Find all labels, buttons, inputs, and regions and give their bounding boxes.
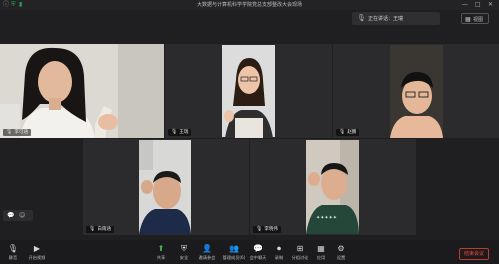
breakout-label: 分组讨论	[291, 255, 309, 260]
record-button[interactable]: ⏺ 录制	[268, 244, 290, 261]
apps-label: 应用	[316, 255, 326, 260]
participant-name: 王瑞	[179, 130, 189, 135]
mic-icon: 🎙	[7, 244, 19, 253]
settings-button[interactable]: ⚙ 设置	[330, 244, 352, 261]
security-button[interactable]: ⛨ 安全	[173, 244, 195, 261]
participant-video: ✦✦✦✦✦	[250, 139, 416, 235]
view-label: 视图	[473, 17, 484, 23]
chat-icon: 💬	[253, 244, 263, 253]
members-icon: 👥	[229, 244, 239, 253]
participant-name-tag: 🎙 王瑞	[168, 129, 192, 136]
mute-label: 静音	[8, 255, 18, 260]
manage-members-button[interactable]: 👥 管理成员(6)	[221, 244, 247, 261]
settings-label: 设置	[336, 255, 346, 260]
mic-icon: 🎙	[339, 129, 346, 135]
maximize-icon[interactable]: □	[475, 0, 481, 9]
chat-label: 会中聊天	[249, 255, 267, 260]
participant-name-tag: 🎙 李晓伟	[253, 226, 281, 233]
window-title: 大数据与计算机科学学院党总支部整改大会现场	[196, 2, 302, 8]
participant-name-tag: 🎙 李可涵	[3, 129, 31, 136]
participant-video	[83, 139, 249, 235]
video-tile[interactable]: 🎙 白雨涵	[83, 139, 249, 235]
participant-name: 白雨涵	[97, 227, 111, 232]
shield-icon: ⛨	[181, 244, 187, 253]
invite-icon: 👤	[202, 244, 212, 253]
mic-icon: 🎙	[357, 14, 366, 22]
participant-name: 赵鹏	[347, 130, 357, 135]
chat-icon: 💬	[7, 212, 15, 219]
participant-video	[165, 44, 332, 138]
apps-button[interactable]: ▦ 应用	[310, 244, 332, 261]
speaking-label: 正在讲话：王瑞	[368, 16, 404, 22]
svg-text:✦✦✦✦✦: ✦✦✦✦✦	[316, 215, 337, 221]
video-tile[interactable]: 🎙 赵鹏	[333, 44, 499, 138]
start-video-button[interactable]: ▶ 开启视频	[26, 244, 48, 261]
breakout-icon: ⊞	[296, 244, 304, 253]
breakout-button[interactable]: ⊞ 分组讨论	[288, 244, 312, 261]
start-video-label: 开启视频	[28, 255, 46, 260]
participant-name: 李晓伟	[264, 227, 278, 232]
participant-video	[0, 44, 164, 138]
settings-icon: ⚙	[337, 244, 345, 253]
participant-name-tag: 🎙 赵鹏	[336, 129, 360, 136]
view-switch-button[interactable]: ▦ 视图	[461, 13, 489, 24]
share-button[interactable]: ⬆ 共享	[150, 244, 172, 261]
participant-name-tag: 🎙 白雨涵	[86, 226, 114, 233]
title-bar: ⓘ ⛨ ▮ 大数据与计算机科学学院党总支部整改大会现场 — □ ✕	[0, 0, 499, 10]
mute-button[interactable]: 🎙 静音	[2, 244, 24, 261]
end-meeting-button[interactable]: 结束会议	[459, 248, 489, 260]
mic-icon: 🎙	[171, 129, 178, 135]
share-icon: ⬆	[157, 244, 165, 253]
invite-label: 邀请参会	[198, 255, 216, 260]
mic-icon: 🎙	[89, 226, 96, 232]
manage-members-label: 管理成员(6)	[222, 255, 246, 260]
record-icon: ⏺	[277, 244, 281, 253]
speaking-indicator: 🎙 正在讲话：王瑞	[352, 12, 440, 25]
video-tile[interactable]: 🎙 李可涵	[0, 44, 164, 138]
video-tile-active[interactable]: 🎙 王瑞	[165, 44, 332, 138]
close-icon[interactable]: ✕	[488, 0, 493, 9]
apps-icon: ▦	[317, 244, 325, 253]
share-label: 共享	[156, 255, 166, 260]
minimize-icon[interactable]: —	[462, 0, 468, 9]
mic-icon: 🎙	[6, 129, 13, 135]
security-label: 安全	[179, 255, 189, 260]
mic-icon: 🎙	[256, 226, 263, 232]
record-label: 录制	[274, 255, 284, 260]
video-tile[interactable]: ✦✦✦✦✦ 🎙 李晓伟	[250, 139, 416, 235]
participant-name: 李可涵	[14, 130, 28, 135]
grid-icon: ▦	[465, 16, 471, 23]
participant-video	[333, 44, 499, 138]
chat-bubble-button[interactable]: 💬 ☺	[3, 210, 33, 221]
invite-button[interactable]: 👤 邀请参会	[196, 244, 218, 261]
chat-button[interactable]: 💬 会中聊天	[247, 244, 269, 261]
emoji-icon: ☺	[19, 212, 26, 219]
video-icon: ▶	[33, 244, 41, 253]
